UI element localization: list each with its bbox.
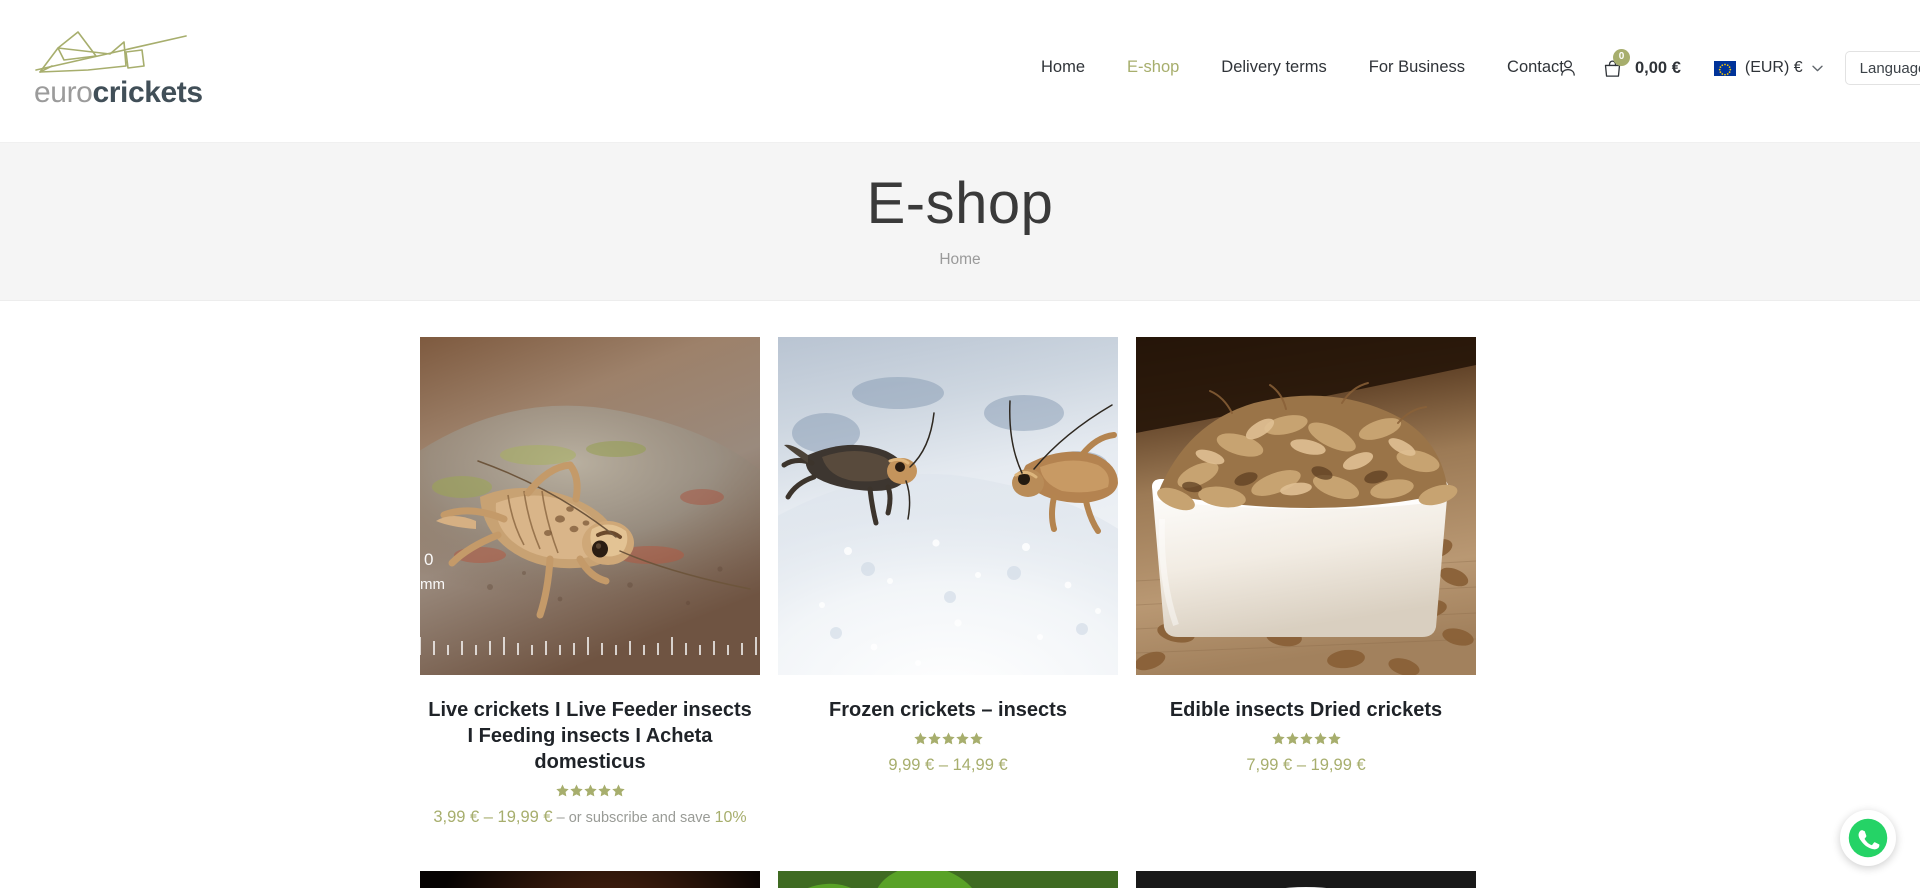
product-image-live-crickets[interactable]: 0 mm	[420, 337, 760, 675]
subscribe-percent: 10%	[714, 809, 747, 826]
user-account-icon[interactable]	[1558, 58, 1578, 78]
currency-selector[interactable]: (EUR) €	[1713, 59, 1823, 77]
product-image-row2-white-container[interactable]	[1136, 871, 1476, 888]
product-rating-stars	[555, 784, 625, 797]
product-card[interactable]: Frozen crickets – insects 9,99 € – 14,99…	[778, 337, 1118, 827]
product-card[interactable]	[778, 871, 1118, 888]
currency-label: (EUR) €	[1744, 59, 1803, 76]
product-title[interactable]: Frozen crickets – insects	[829, 697, 1067, 723]
nav-item-delivery-terms[interactable]: Delivery terms	[1200, 57, 1347, 77]
eu-flag-icon	[1713, 60, 1736, 76]
cricket-line-art-logo-icon	[35, 31, 187, 73]
cart-button[interactable]: 0 0,00 €	[1602, 48, 1681, 79]
cart-total-amount: 0,00 €	[1635, 58, 1681, 77]
header-utilities: 0 0,00 € (EUR) € Language	[1558, 48, 1920, 85]
page-hero-banner: E-shop Home	[0, 143, 1920, 301]
site-logo[interactable]: eurocrickets	[18, 26, 218, 116]
nav-item-home[interactable]: Home	[1020, 57, 1106, 77]
chevron-down-icon	[1811, 59, 1823, 77]
nav-item-eshop[interactable]: E-shop	[1106, 57, 1200, 77]
product-image-row2-dark-candle[interactable]	[420, 871, 760, 888]
product-title[interactable]: Edible insects Dried crickets	[1170, 697, 1442, 723]
product-card[interactable]	[1136, 871, 1476, 888]
price-range: 9,99 € – 14,99 €	[888, 756, 1008, 774]
product-card[interactable]: Edible insects Dried crickets 7,99 € – 1…	[1136, 337, 1476, 827]
logo-wordmark: eurocrickets	[34, 78, 218, 108]
site-header: eurocrickets Home E-shop Delivery terms …	[0, 0, 1920, 143]
shop-main-content: 0 mm Live crickets I Live Feeder insects…	[0, 301, 1920, 888]
whatsapp-chat-button[interactable]	[1840, 810, 1896, 866]
main-navigation: Home E-shop Delivery terms For Business …	[1020, 57, 1585, 77]
subscribe-note: – or subscribe and save	[552, 810, 715, 826]
price-range: 3,99 € – 19,99 €	[433, 808, 553, 826]
product-card[interactable]	[420, 871, 760, 888]
product-image-row2-green-leaves[interactable]	[778, 871, 1118, 888]
product-price: 7,99 € – 19,99 €	[1246, 756, 1365, 775]
page-title: E-shop	[866, 171, 1054, 237]
logo-word-euro: euro	[34, 76, 93, 109]
product-price: 3,99 € – 19,99 € – or subscribe and save…	[433, 808, 746, 827]
product-image-dried-crickets[interactable]	[1136, 337, 1476, 675]
price-range: 7,99 € – 19,99 €	[1246, 756, 1366, 774]
svg-text:mm: mm	[420, 576, 445, 593]
product-card[interactable]: 0 mm Live crickets I Live Feeder insects…	[420, 337, 760, 827]
cart-count-badge: 0	[1613, 48, 1630, 66]
product-image-frozen-crickets[interactable]	[778, 337, 1118, 675]
logo-word-crickets: crickets	[92, 76, 203, 109]
product-rating-stars	[913, 732, 983, 745]
svg-text:0: 0	[424, 550, 433, 569]
product-title[interactable]: Live crickets I Live Feeder insects I Fe…	[425, 697, 755, 775]
product-rating-stars	[1271, 732, 1341, 745]
product-grid: 0 mm Live crickets I Live Feeder insects…	[420, 337, 1500, 888]
product-price: 9,99 € – 14,99 €	[888, 756, 1007, 775]
language-label: Language	[1859, 59, 1920, 77]
breadcrumb-home[interactable]: Home	[939, 251, 980, 269]
nav-item-for-business[interactable]: For Business	[1348, 57, 1486, 77]
language-selector[interactable]: Language	[1844, 51, 1920, 85]
whatsapp-icon	[1848, 818, 1888, 858]
